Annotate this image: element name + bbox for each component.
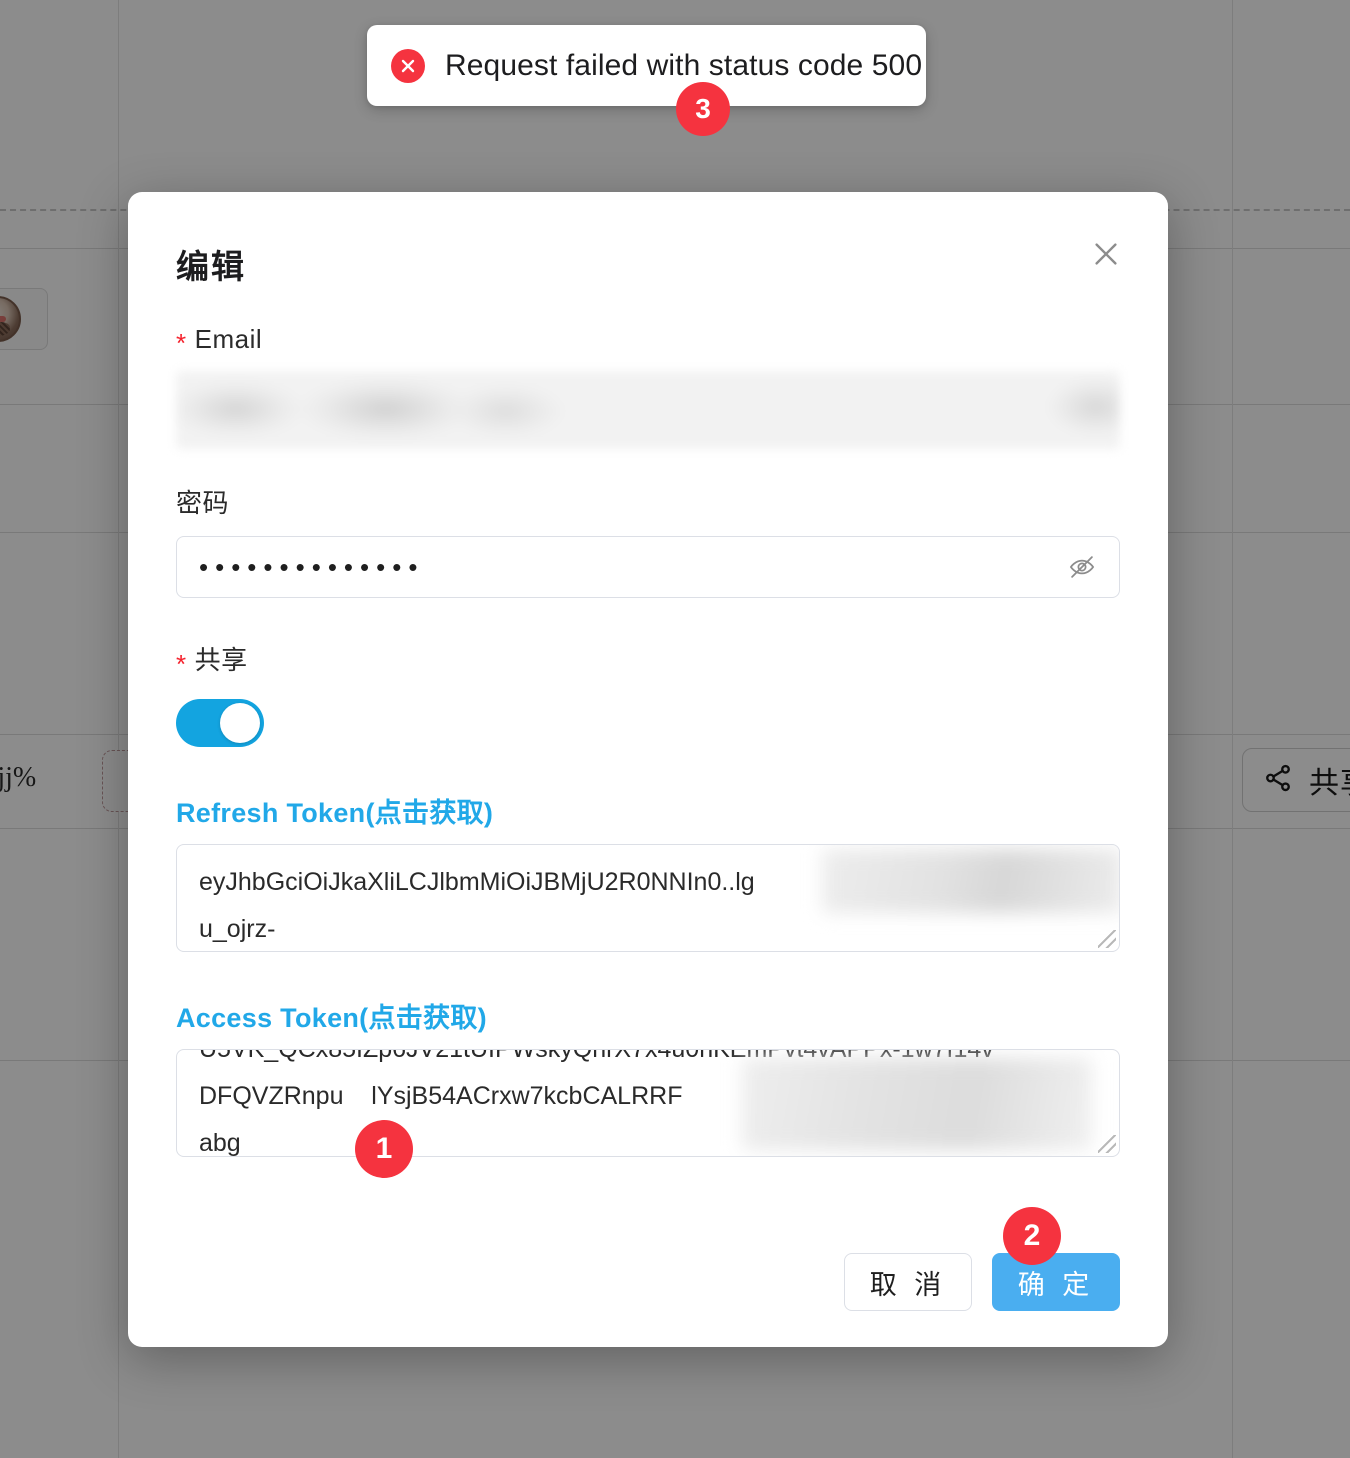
error-circle-x-icon (391, 48, 425, 83)
refresh-token-label[interactable]: Refresh Token(点击获取) (176, 791, 1120, 830)
dialog-title: 编辑 (176, 248, 246, 285)
field-refresh-token: Refresh Token(点击获取) eyJhbGciOiJkaXliLCJl… (176, 791, 1120, 952)
access-token-textarea[interactable]: U5VK_QCx85IZp6JV21tUIPWskyQhrX7x4u0nKEmP… (176, 1049, 1120, 1157)
field-password: 密码 •••••••••••••• (176, 483, 1120, 598)
access-token-label[interactable]: Access Token(点击获取) (176, 996, 1120, 1035)
edit-dialog: 编辑 * Email 密码 •••••••••••••• * 共享 Refres… (128, 192, 1168, 1347)
refresh-token-textarea[interactable]: eyJhbGciOiJkaXliLCJlbmMiOiJBMjU2R0NNIn0.… (176, 844, 1120, 952)
error-toast: Request failed with status code 500 (367, 25, 926, 106)
step-marker-2: 2 (1003, 1207, 1061, 1265)
refresh-token-value: eyJhbGciOiJkaXliLCJlbmMiOiJBMjU2R0NNIn0.… (199, 868, 755, 943)
confirm-button[interactable]: 确 定 (992, 1253, 1120, 1311)
dialog-footer: 取 消 确 定 (844, 1253, 1120, 1311)
email-label-text: Email (194, 324, 263, 354)
share-toggle-knob (220, 703, 260, 743)
password-input[interactable]: •••••••••••••• (176, 536, 1120, 598)
share-label-text: 共享 (194, 645, 248, 675)
step-marker-3: 3 (676, 82, 730, 136)
field-access-token: Access Token(点击获取) U5VK_QCx85IZp6JV21tUI… (176, 996, 1120, 1157)
access-token-value: U5VK_QCx85IZp6JV21tUIPWskyQhrX7x4u0nKEmP… (199, 1049, 994, 1157)
password-label: 密码 (176, 483, 1120, 520)
error-toast-message: Request failed with status code 500 (445, 48, 923, 82)
field-share: * 共享 (176, 640, 1120, 747)
share-label: * 共享 (176, 640, 1120, 677)
required-asterisk: * (176, 649, 187, 679)
share-toggle[interactable] (176, 699, 264, 747)
email-label: * Email (176, 324, 1120, 358)
close-button[interactable] (1086, 234, 1126, 274)
required-asterisk: * (176, 328, 187, 358)
eye-slash-icon[interactable] (1067, 552, 1097, 582)
step-marker-1: 1 (355, 1120, 413, 1178)
password-label-text: 密码 (176, 488, 230, 518)
close-x-icon (1091, 239, 1121, 269)
cancel-button[interactable]: 取 消 (844, 1253, 972, 1311)
email-input[interactable] (176, 371, 1120, 449)
password-masked-value: •••••••••••••• (199, 552, 425, 582)
field-email: * Email (176, 324, 1120, 449)
